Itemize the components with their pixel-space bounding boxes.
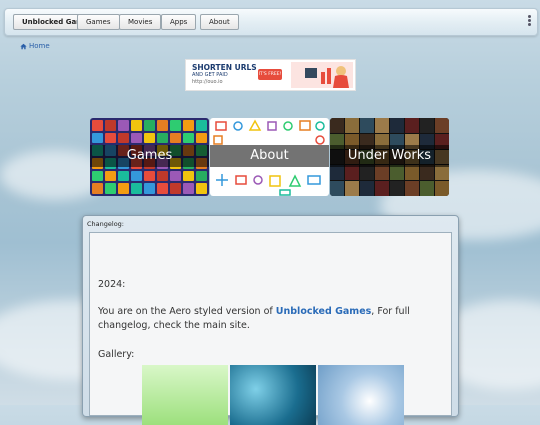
game-thumbnail <box>92 120 103 131</box>
game-thumbnail <box>196 132 207 144</box>
poster-thumbnail <box>390 165 404 181</box>
ad-url: http://ouo.io <box>192 79 223 85</box>
poster-thumbnail <box>375 118 389 133</box>
game-thumbnail <box>105 120 116 131</box>
game-thumbnail <box>144 132 155 144</box>
game-thumbnail <box>183 120 194 131</box>
game-thumbnail <box>131 120 142 131</box>
game-thumbnail <box>157 170 168 182</box>
game-thumbnail <box>196 120 207 131</box>
game-thumbnail <box>105 132 116 144</box>
home-icon <box>20 43 27 49</box>
poster-thumbnail <box>345 181 359 196</box>
game-thumbnail <box>170 170 181 182</box>
poster-thumbnail <box>405 118 419 133</box>
tile-under-works[interactable]: Under Works <box>330 118 449 196</box>
tile-games[interactable]: Games <box>90 118 209 196</box>
home-label: Home <box>29 42 50 50</box>
poster-thumbnail <box>420 118 434 133</box>
poster-thumbnail <box>375 165 389 181</box>
game-thumbnail <box>118 183 129 194</box>
poster-thumbnail <box>420 165 434 181</box>
nav-apps[interactable]: Apps <box>161 14 197 30</box>
ad-illustration-icon <box>291 62 353 88</box>
gallery-image-2[interactable] <box>230 365 316 425</box>
game-thumbnail <box>170 183 181 194</box>
nav-games[interactable]: Games <box>77 14 120 30</box>
breadcrumb-home[interactable]: Home <box>20 42 50 50</box>
gallery-image-3[interactable] <box>318 365 404 425</box>
gallery-image-1[interactable] <box>142 365 228 425</box>
game-thumbnail <box>144 183 155 194</box>
poster-thumbnail <box>345 118 359 133</box>
game-thumbnail <box>92 132 103 144</box>
poster-thumbnail <box>360 181 374 196</box>
game-thumbnail <box>157 183 168 194</box>
game-thumbnail <box>196 183 207 194</box>
ad-headline: SHORTEN URLS <box>192 63 257 72</box>
gallery-label: Gallery: <box>98 349 135 360</box>
game-thumbnail <box>105 183 116 194</box>
game-thumbnail <box>183 132 194 144</box>
ad-banner[interactable]: SHORTEN URLS AND GET PAID http://ouo.io … <box>185 59 356 91</box>
top-navigation-bar: Unblocked Games Games Movies Apps About <box>4 8 538 36</box>
game-thumbnail <box>157 132 168 144</box>
poster-thumbnail <box>420 181 434 196</box>
game-thumbnail <box>92 170 103 182</box>
changelog-window: Changelog: 2024: You are on the Aero sty… <box>82 215 459 425</box>
poster-thumbnail <box>390 118 404 133</box>
tile-under-works-label: Under Works <box>330 145 449 167</box>
game-thumbnail <box>92 183 103 194</box>
changelog-title: Changelog: <box>87 220 124 228</box>
nav-about[interactable]: About <box>200 14 239 30</box>
poster-thumbnail <box>405 181 419 196</box>
game-thumbnail <box>183 183 194 194</box>
poster-thumbnail <box>375 181 389 196</box>
menu-icon[interactable] <box>528 15 531 26</box>
poster-thumbnail <box>330 181 344 196</box>
poster-thumbnail <box>345 165 359 181</box>
game-thumbnail <box>144 170 155 182</box>
game-thumbnail <box>170 132 181 144</box>
poster-thumbnail <box>435 118 449 133</box>
tile-games-label: Games <box>90 145 209 167</box>
game-thumbnail <box>170 120 181 131</box>
poster-thumbnail <box>405 165 419 181</box>
tile-about-label: About <box>210 145 329 167</box>
poster-thumbnail <box>390 181 404 196</box>
poster-thumbnail <box>330 165 344 181</box>
game-thumbnail <box>118 132 129 144</box>
changelog-content: 2024: You are on the Aero styled version… <box>89 232 452 425</box>
tile-about[interactable]: About <box>210 118 329 196</box>
game-thumbnail <box>196 170 207 182</box>
changelog-text: You are on the Aero styled version of Un… <box>98 305 443 333</box>
nav-movies[interactable]: Movies <box>119 14 162 30</box>
changelog-text-before: You are on the Aero styled version of <box>98 306 276 317</box>
game-thumbnail <box>131 132 142 144</box>
poster-thumbnail <box>330 118 344 133</box>
game-thumbnail <box>118 170 129 182</box>
poster-thumbnail <box>435 181 449 196</box>
poster-thumbnail <box>360 165 374 181</box>
game-thumbnail <box>131 170 142 182</box>
changelog-year: 2024: <box>98 279 126 290</box>
game-thumbnail <box>144 120 155 131</box>
game-thumbnail <box>118 120 129 131</box>
game-thumbnail <box>183 170 194 182</box>
ad-cta-button[interactable]: IT'S FREE! <box>258 69 282 80</box>
poster-thumbnail <box>360 118 374 133</box>
unblocked-games-link[interactable]: Unblocked Games <box>276 306 372 317</box>
poster-thumbnail <box>435 165 449 181</box>
ad-subline: AND GET PAID <box>192 72 228 78</box>
game-thumbnail <box>105 170 116 182</box>
game-thumbnail <box>157 120 168 131</box>
game-thumbnail <box>131 183 142 194</box>
